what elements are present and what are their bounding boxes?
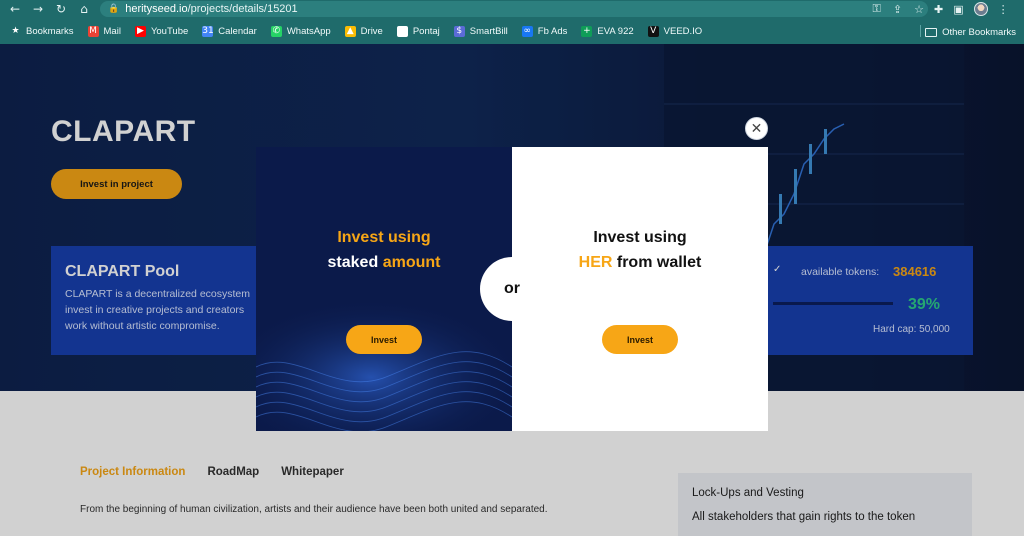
back-icon[interactable]: ← <box>8 2 22 16</box>
invest-modal: Invest using staked amount Invest Invest… <box>256 147 768 431</box>
bookmark-label: Mail <box>103 25 121 37</box>
veed-icon: V <box>647 25 659 37</box>
whatsapp-icon: ✆ <box>270 25 282 37</box>
bookmark-item[interactable]: + EVA 922 <box>581 25 634 37</box>
bookmark-label: Calendar <box>218 25 257 37</box>
bookmark-item[interactable]: V VEED.IO <box>647 25 703 37</box>
bookmark-item[interactable]: ★ Bookmarks <box>10 25 74 37</box>
bookmark-item[interactable]: ∞ Fb Ads <box>521 25 568 37</box>
browser-chrome: ← → ↻ ⌂ 🔒 herityseed.io/projects/details… <box>0 0 1024 44</box>
address-bar[interactable]: 🔒 herityseed.io/projects/details/15201 ⚿… <box>100 1 928 17</box>
bookmark-item[interactable]: ◉ Pontaj <box>396 25 440 37</box>
bookmark-item[interactable]: ▲ Drive <box>344 25 383 37</box>
bookmark-label: WhatsApp <box>286 25 331 37</box>
staked-heading: Invest using staked amount <box>327 229 441 271</box>
or-divider: or <box>480 257 544 321</box>
folder-icon <box>925 28 938 37</box>
wave-graphic <box>256 297 512 431</box>
key-icon[interactable]: ⚿ <box>873 2 881 16</box>
bookmark-label: Fb Ads <box>537 25 568 37</box>
profile-avatar[interactable] <box>973 2 988 16</box>
bookmark-item[interactable]: ▶ YouTube <box>134 25 189 37</box>
bookmark-label: SmartBill <box>469 25 508 37</box>
lock-icon: 🔒 <box>108 4 120 14</box>
star-icon: ★ <box>11 25 20 36</box>
close-icon[interactable]: ✕ <box>745 117 768 140</box>
globe-icon: ◉ <box>396 25 408 37</box>
drive-icon: ▲ <box>344 25 356 37</box>
forward-icon[interactable]: → <box>31 2 45 16</box>
menu-icon[interactable]: ⋮ <box>998 3 1009 16</box>
url-text: herityseed.io/projects/details/15201 <box>125 3 298 15</box>
bookmark-label: Bookmarks <box>26 25 74 37</box>
bookmark-item[interactable]: ✆ WhatsApp <box>270 25 331 37</box>
bookmarks-bar: ★ Bookmarks M Mail ▶ YouTube 31 Calendar ✆ WhatsA… <box>0 22 1024 40</box>
bookmark-item[interactable]: M Mail <box>87 25 121 37</box>
smartbill-icon: $ <box>453 25 465 37</box>
browser-window: ← → ↻ ⌂ 🔒 herityseed.io/projects/details… <box>0 0 1024 536</box>
extensions-icon[interactable]: ✚ <box>934 3 943 16</box>
wallet-option-panel: Invest using HER from wallet Invest <box>512 147 768 431</box>
star-icon[interactable]: ☆ <box>914 3 924 16</box>
reload-icon[interactable]: ↻ <box>54 2 68 16</box>
bookmark-label: Drive <box>360 25 383 37</box>
invest-wallet-button[interactable]: Invest <box>602 325 678 354</box>
other-bookmarks[interactable]: Other Bookmarks <box>925 27 1016 38</box>
bookmark-item[interactable]: 31 Calendar <box>202 25 257 37</box>
browser-toolbar: ← → ↻ ⌂ 🔒 herityseed.io/projects/details… <box>0 0 1024 18</box>
sidebar-icon[interactable]: ▣ <box>953 3 963 16</box>
home-icon[interactable]: ⌂ <box>77 2 91 16</box>
staked-option-panel: Invest using staked amount Invest <box>256 147 512 431</box>
bookmark-item[interactable]: $ SmartBill <box>453 25 508 37</box>
bookmark-label: VEED.IO <box>663 25 703 37</box>
calendar-icon: 31 <box>202 25 214 37</box>
sheets-icon: + <box>581 25 593 37</box>
wallet-heading: Invest using HER from wallet <box>578 229 702 271</box>
meta-icon: ∞ <box>521 25 533 37</box>
share-icon[interactable]: ⇪ <box>893 3 902 16</box>
invest-staked-button[interactable]: Invest <box>346 325 422 354</box>
youtube-icon: ▶ <box>134 25 146 37</box>
bookmark-label: YouTube <box>150 25 189 37</box>
bookmark-label: EVA 922 <box>597 25 634 37</box>
bookmarks-separator <box>920 25 921 37</box>
gmail-icon: M <box>87 25 99 37</box>
bookmark-label: Pontaj <box>412 25 440 37</box>
